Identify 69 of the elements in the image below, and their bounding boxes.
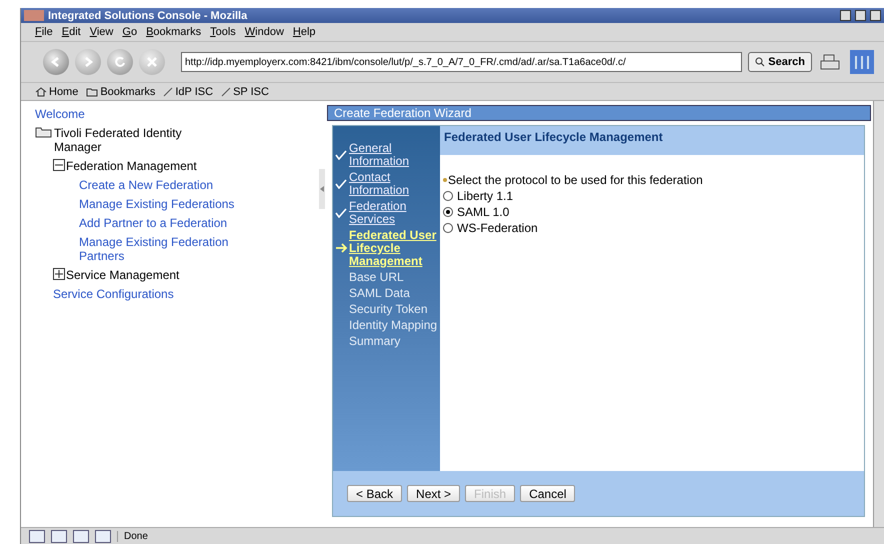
bookmark-item[interactable]: IdP ISC [163, 86, 214, 98]
folder-icon [35, 126, 53, 138]
nav-item[interactable]: Service Management [66, 268, 180, 282]
step-link[interactable]: Federation Services [349, 200, 440, 226]
wizard-title: Create Federation Wizard [334, 106, 472, 120]
bookmark-icon [163, 86, 174, 96]
check-icon [335, 150, 347, 160]
folder-icon [86, 86, 98, 96]
maximize-button[interactable] [855, 10, 866, 21]
page-heading: Federated User Lifecycle Management [440, 126, 864, 155]
nav-item[interactable]: Tivoli Federated Identity Manager [54, 126, 214, 154]
home-icon [35, 86, 47, 96]
menu-item[interactable]: File [35, 26, 53, 38]
radio-button[interactable] [443, 223, 453, 233]
menu-item[interactable]: Window [244, 26, 284, 38]
address-field[interactable]: http://idp.myemployerx.com:8421/ibm/console/lut/p/_s.7_0_A/7_0_FR/.cmd/ad/.ar/sa.T1a6ace0d/.c/ [181, 52, 742, 72]
bookmark-icon [221, 86, 232, 96]
check-icon [335, 178, 347, 188]
bookmark-item[interactable]: SP ISC [221, 86, 269, 98]
window-title: Integrated Solutions Console - Mozilla [48, 10, 248, 22]
minimize-button[interactable] [840, 10, 851, 21]
scrollbar[interactable] [873, 101, 884, 527]
wizard-button[interactable]: < Back [347, 485, 402, 502]
required-icon [443, 178, 447, 182]
menu-item[interactable]: Go [122, 26, 138, 38]
app-icon [24, 10, 44, 21]
nav-item[interactable]: Federation Management [66, 159, 197, 173]
nav-link[interactable]: Create a New Federation [79, 178, 214, 192]
expand-icon[interactable] [53, 268, 65, 280]
step-link[interactable]: Contact Information [349, 171, 440, 197]
step-link[interactable]: Security Token [349, 303, 428, 316]
nav-link[interactable]: Welcome [35, 107, 85, 121]
option-label: Liberty 1.1 [457, 189, 514, 203]
menu-item[interactable]: Edit [62, 26, 81, 38]
status-icon [29, 530, 45, 542]
reload-icon [114, 56, 126, 68]
step-link[interactable]: Identity Mapping [349, 319, 438, 332]
option-label: SAML 1.0 [457, 205, 510, 219]
step-link[interactable]: Federated User Lifecycle Management [349, 229, 440, 268]
nav-link[interactable]: Manage Existing Federation Partners [79, 235, 239, 263]
logo-icon [850, 50, 874, 74]
radio-button[interactable] [443, 207, 453, 217]
wizard-button[interactable]: Next > [407, 485, 460, 502]
splitter-handle[interactable] [319, 169, 325, 209]
menu-item[interactable]: Help [292, 26, 316, 38]
collapse-icon[interactable] [53, 159, 65, 171]
back-button[interactable] [43, 49, 69, 75]
arrow-icon [335, 243, 348, 253]
status-text: Done [117, 530, 884, 542]
menu-item[interactable]: View [90, 26, 114, 38]
step-link[interactable]: Base URL [349, 271, 404, 284]
nav-link[interactable]: Manage Existing Federations [79, 197, 234, 211]
wizard-button[interactable]: Cancel [520, 485, 576, 502]
option-label: WS-Federation [457, 221, 538, 235]
nav-link[interactable]: Add Partner to a Federation [79, 216, 228, 230]
step-link[interactable]: SAML Data [349, 287, 410, 300]
nav-link[interactable]: Service Configurations [53, 287, 174, 301]
menu-item[interactable]: Bookmarks [146, 26, 202, 38]
step-link[interactable]: General Information [349, 142, 440, 168]
check-icon [335, 208, 347, 218]
close-button[interactable] [870, 10, 881, 21]
menu-item[interactable]: Tools [210, 26, 236, 38]
search-button[interactable]: Search [748, 52, 812, 72]
bookmark-item[interactable]: Bookmarks [86, 86, 156, 98]
search-icon [755, 57, 766, 67]
close-icon [146, 56, 158, 68]
bookmark-item[interactable]: Home [35, 86, 78, 98]
radio-button[interactable] [443, 191, 453, 201]
prompt-text: Select the protocol to be used for this federation [448, 173, 703, 187]
